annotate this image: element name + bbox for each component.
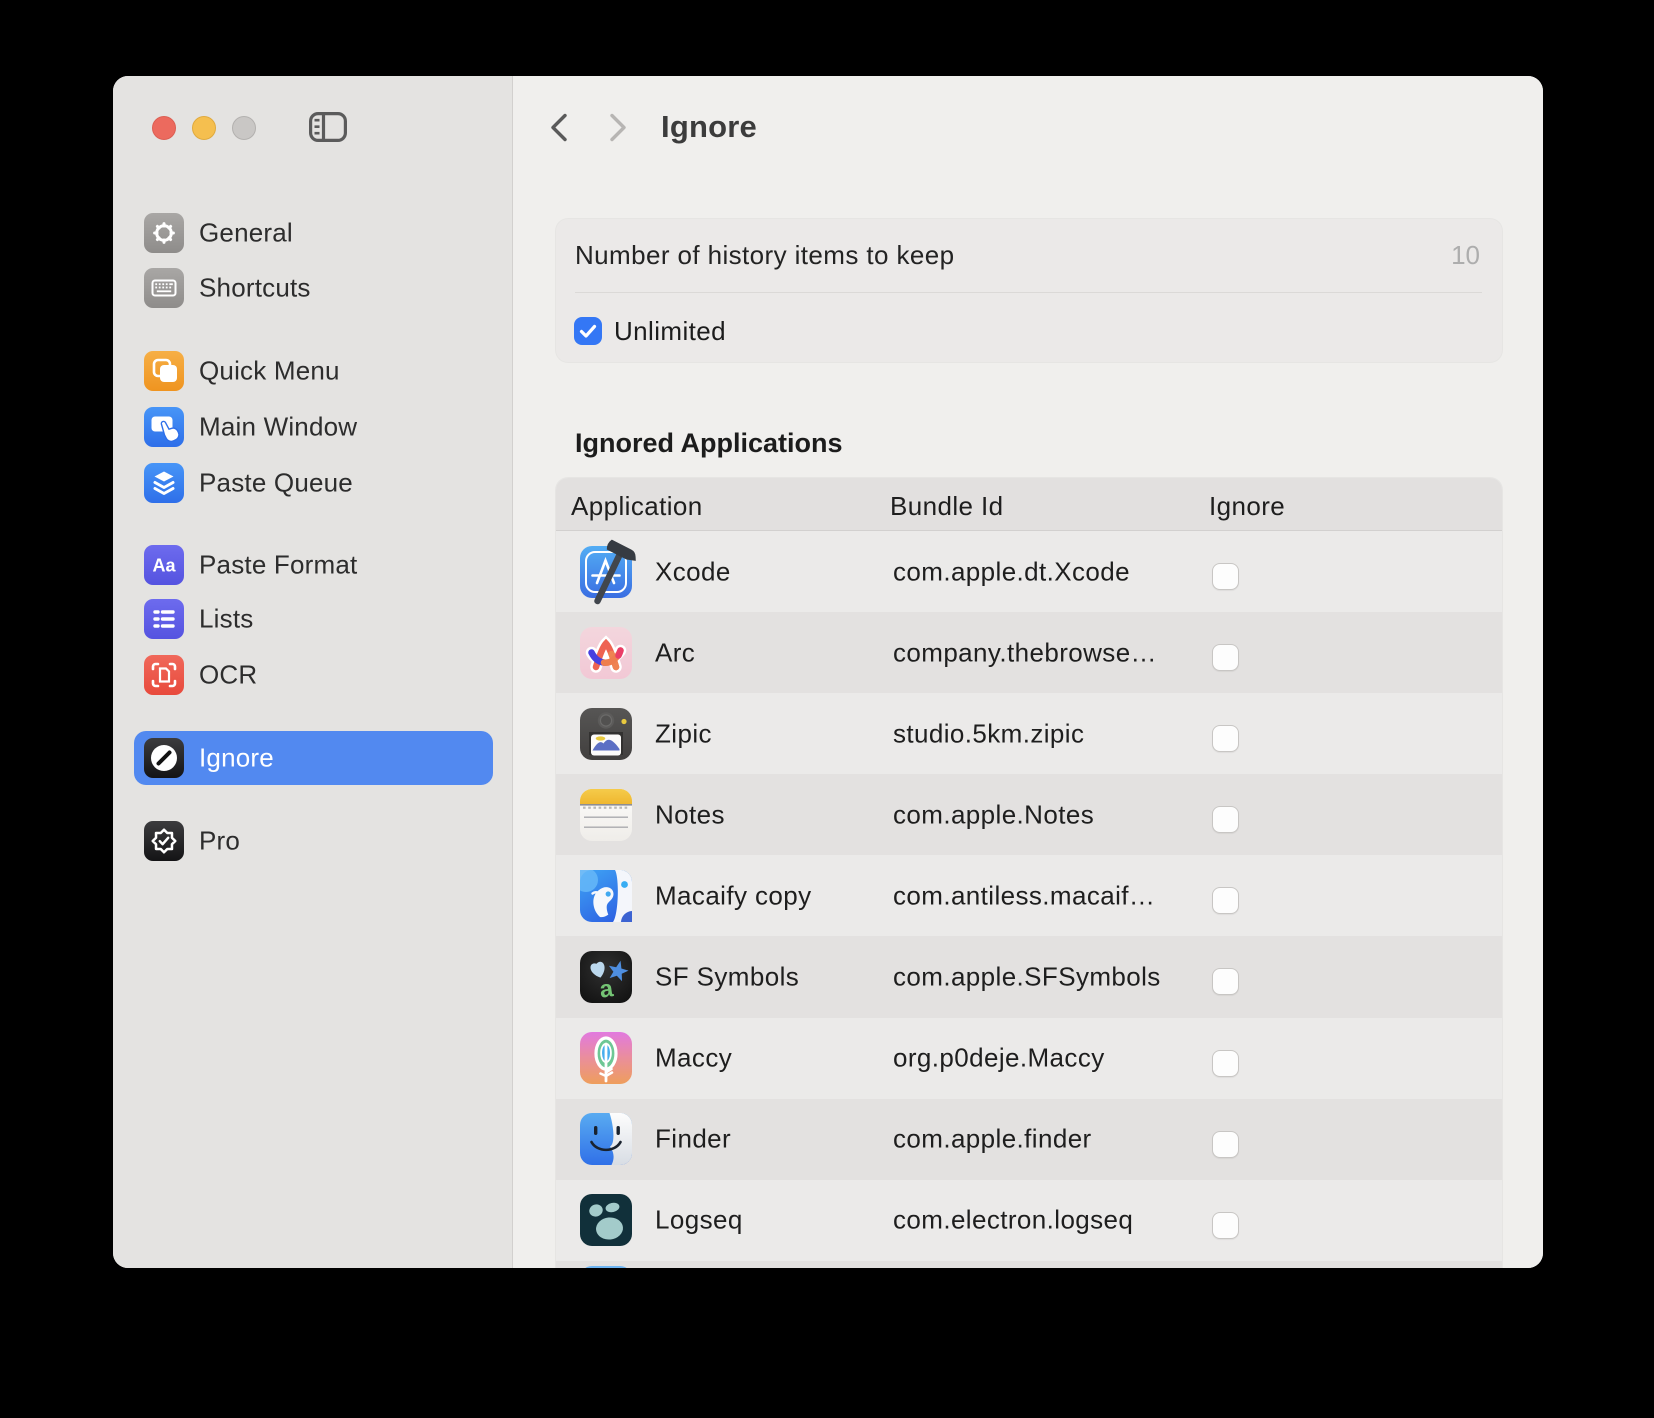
svg-text:Aa: Aa [152,556,176,576]
